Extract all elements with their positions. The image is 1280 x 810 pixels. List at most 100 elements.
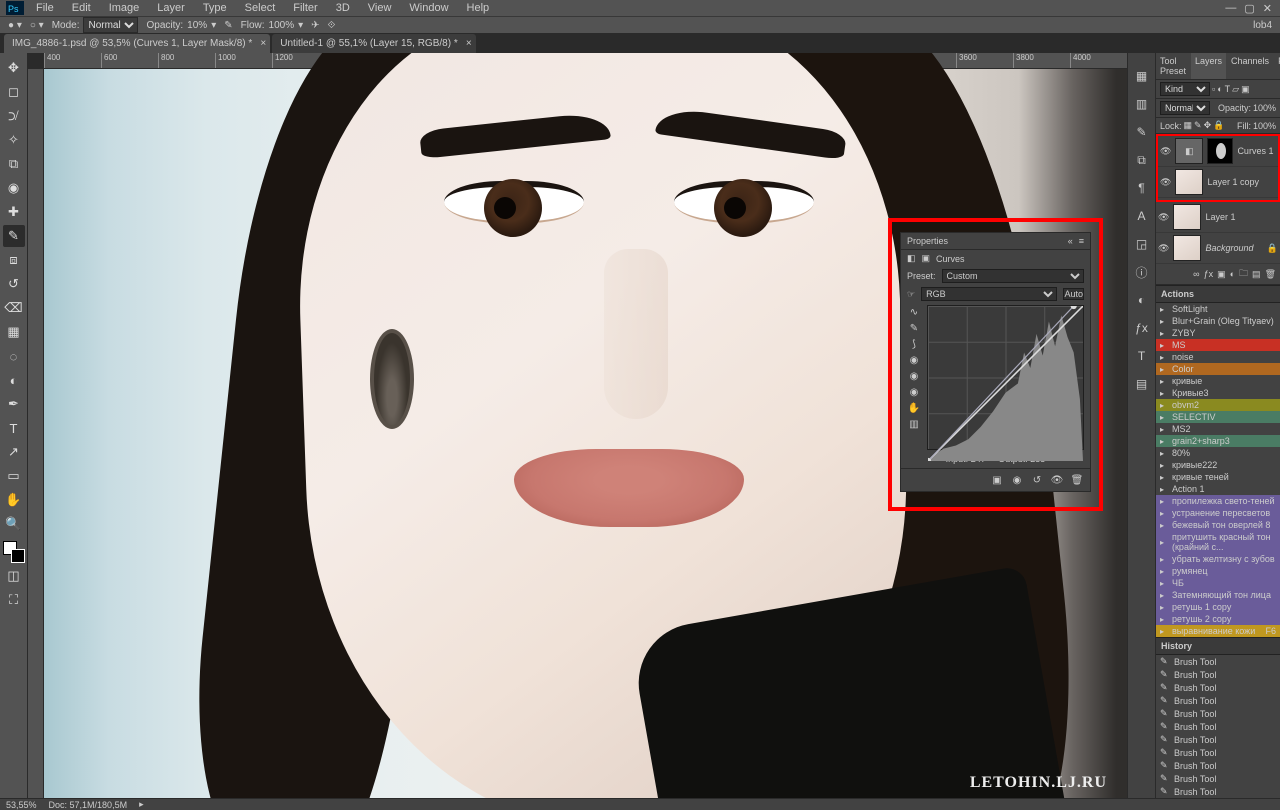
menu-type[interactable]: Type <box>195 2 235 14</box>
heal-tool[interactable]: ✚ <box>3 201 25 223</box>
curve-pencil-tool[interactable]: ✎ <box>907 321 921 335</box>
layer-background[interactable]: 👁 Background 🔒 <box>1156 233 1280 264</box>
workspace-select[interactable]: lob4 <box>1253 20 1272 31</box>
marquee-tool[interactable]: ◻ <box>3 81 25 103</box>
menu-image[interactable]: Image <box>101 2 148 14</box>
link-icon[interactable]: ∞ <box>1193 269 1199 279</box>
dock-type-icon[interactable]: T <box>1131 345 1153 367</box>
gradient-tool[interactable]: ▦ <box>3 321 25 343</box>
quickmask-icon[interactable]: ◫ <box>3 565 25 587</box>
pressure-size-icon[interactable]: ⟐ <box>328 20 336 31</box>
action-item[interactable]: ZYBY <box>1156 327 1280 339</box>
layer-visibility-icon[interactable]: 👁 <box>1160 146 1171 157</box>
lock-all-icon[interactable]: 🔒 <box>1213 120 1224 131</box>
lock-paint-icon[interactable]: ✎ <box>1194 120 1202 131</box>
action-item[interactable]: SELECTIV <box>1156 411 1280 423</box>
curve-eyedrop-gray[interactable]: ◉ <box>907 369 921 383</box>
curve-eyedrop-black[interactable]: ◉ <box>907 353 921 367</box>
dock-info-icon[interactable]: ⓘ <box>1131 261 1153 283</box>
hand-tool[interactable]: ✋ <box>3 489 25 511</box>
properties-panel[interactable]: Properties « ≡ ◧ ▣ Curves Preset: Custom <box>900 232 1091 492</box>
curve-smooth-tool[interactable]: ⟆ <box>907 337 921 351</box>
tab-channels[interactable]: Channels <box>1227 53 1273 79</box>
menu-3d[interactable]: 3D <box>328 2 358 14</box>
history-item[interactable]: Brush Tool <box>1156 772 1280 785</box>
history-item[interactable]: Brush Tool <box>1156 720 1280 733</box>
menu-window[interactable]: Window <box>401 2 456 14</box>
brush-preset-icon[interactable]: ● ▾ <box>8 20 22 31</box>
mask-new-icon[interactable]: ▣ <box>1217 269 1226 280</box>
history-item[interactable]: Brush Tool <box>1156 668 1280 681</box>
layer-blend-mode[interactable]: Normal <box>1160 101 1210 115</box>
filter-smart-icon[interactable]: ▣ <box>1241 84 1250 95</box>
channel-select[interactable]: RGB <box>921 287 1057 301</box>
action-item[interactable]: noise <box>1156 351 1280 363</box>
tab-layers[interactable]: Layers <box>1191 53 1226 79</box>
layer-layer1[interactable]: 👁 Layer 1 <box>1156 202 1280 233</box>
delete-adj-icon[interactable]: 🗑 <box>1070 473 1084 487</box>
screenmode-icon[interactable]: ⛶ <box>3 589 25 611</box>
tab-img-4886[interactable]: IMG_4886-1.psd @ 53,5% (Curves 1, Layer … <box>4 34 270 53</box>
layer-visibility-icon[interactable]: 👁 <box>1158 212 1169 223</box>
pressure-opacity-icon[interactable]: ✎ <box>224 20 232 31</box>
action-item[interactable]: бежевый тон оверлей 8 <box>1156 519 1280 531</box>
zoom-value[interactable]: 53,55% <box>6 800 37 810</box>
action-item[interactable]: Затемняющий тон лица <box>1156 589 1280 601</box>
action-item[interactable]: SoftLight <box>1156 303 1280 315</box>
history-item[interactable]: Brush Tool <box>1156 681 1280 694</box>
fx-icon[interactable]: ƒx <box>1204 269 1214 279</box>
eraser-tool[interactable]: ⌫ <box>3 297 25 319</box>
action-item[interactable]: Color <box>1156 363 1280 375</box>
history-item[interactable]: Brush Tool <box>1156 746 1280 759</box>
layer-opacity-value[interactable]: 100% <box>1253 103 1276 113</box>
layer-fill-value[interactable]: 100% <box>1253 121 1276 131</box>
action-item[interactable]: ретушь 1 copy <box>1156 601 1280 613</box>
move-tool[interactable]: ✥ <box>3 57 25 79</box>
flow-value[interactable]: 100% <box>269 20 295 31</box>
dock-styles-icon[interactable]: ƒx <box>1131 317 1153 339</box>
group-new-icon[interactable]: 🗀 <box>1239 266 1248 282</box>
dock-layers-icon[interactable]: ▤ <box>1131 373 1153 395</box>
lock-pos-icon[interactable]: ✥ <box>1204 120 1212 131</box>
close-icon[interactable]: ✕ <box>1263 2 1272 15</box>
curves-graph[interactable] <box>927 305 1084 450</box>
path-tool[interactable]: ↗ <box>3 441 25 463</box>
action-item[interactable]: кривые222 <box>1156 459 1280 471</box>
action-item[interactable]: выравнивание кожиF6 <box>1156 625 1280 637</box>
action-item[interactable]: кривые <box>1156 375 1280 387</box>
dodge-tool[interactable]: ◐ <box>3 369 25 391</box>
tab-untitled-1[interactable]: Untitled-1 @ 55,1% (Layer 15, RGB/8) *× <box>272 34 475 53</box>
curve-eyedrop-white[interactable]: ◉ <box>907 385 921 399</box>
wand-tool[interactable]: ✧ <box>3 129 25 151</box>
layer-visibility-icon[interactable]: 👁 <box>1158 243 1169 254</box>
reset-icon[interactable]: ↺ <box>1030 473 1044 487</box>
crop-tool[interactable]: ⧉ <box>3 153 25 175</box>
pen-tool[interactable]: ✒ <box>3 393 25 415</box>
panel-collapse-icon[interactable]: « <box>1068 236 1073 246</box>
action-item[interactable]: MS2 <box>1156 423 1280 435</box>
dock-swatches-icon[interactable]: ▥ <box>1131 93 1153 115</box>
history-item[interactable]: Brush Tool <box>1156 707 1280 720</box>
history-item[interactable]: Brush Tool <box>1156 655 1280 668</box>
stamp-tool[interactable]: ⧈ <box>3 249 25 271</box>
layer-layer1-copy[interactable]: 👁 Layer 1 copy <box>1158 167 1278 198</box>
actions-panel-title[interactable]: Actions <box>1156 285 1280 303</box>
action-item[interactable]: устранение пересветов <box>1156 507 1280 519</box>
menu-view[interactable]: View <box>360 2 400 14</box>
history-item[interactable]: Brush Tool <box>1156 785 1280 798</box>
layer-visibility-icon[interactable]: 👁 <box>1160 177 1171 188</box>
zoom-tool[interactable]: 🔍 <box>3 513 25 535</box>
blend-mode-select[interactable]: Normal <box>83 17 138 33</box>
curve-point-tool[interactable]: ∿ <box>907 305 921 319</box>
airbrush-icon[interactable]: ✈ <box>311 20 319 31</box>
filter-shape-icon[interactable]: ▱ <box>1232 84 1239 95</box>
minimize-icon[interactable]: — <box>1225 2 1236 15</box>
auto-button[interactable]: Auto <box>1063 288 1084 300</box>
curve-histogram-icon[interactable]: ▥ <box>907 417 921 431</box>
action-item[interactable]: притушить красный тон (крайний с... <box>1156 531 1280 553</box>
adj-new-icon[interactable]: ◐ <box>1230 269 1235 279</box>
menu-edit[interactable]: Edit <box>64 2 99 14</box>
action-item[interactable]: Blur+Grain (Oleg Tityaev) <box>1156 315 1280 327</box>
layer-new-icon[interactable]: ▤ <box>1252 269 1261 280</box>
panel-menu-icon[interactable]: ≡ <box>1079 236 1084 246</box>
